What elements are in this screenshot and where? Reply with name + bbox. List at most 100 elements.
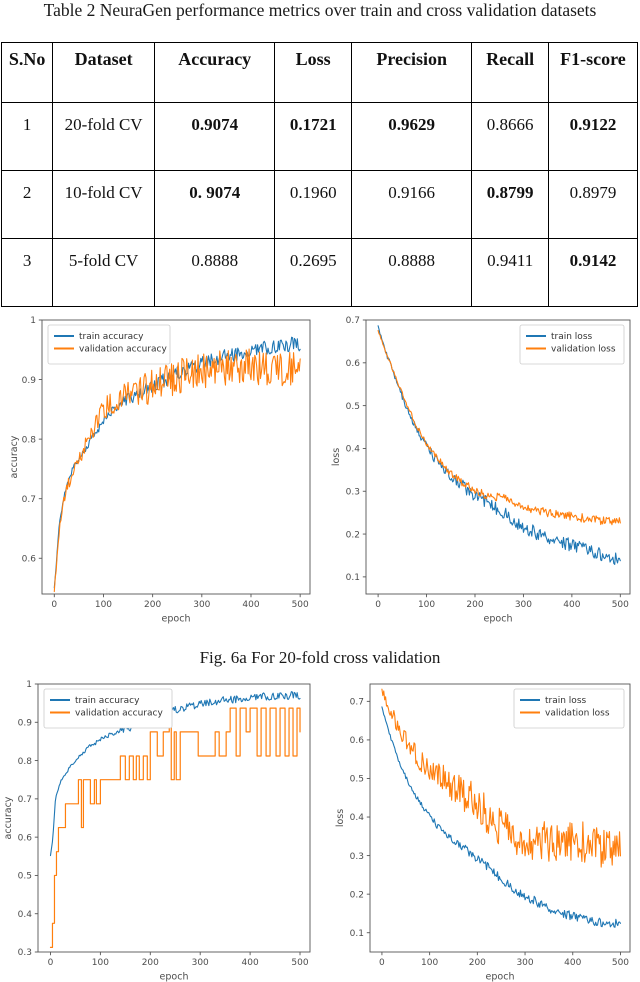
fig6a-accuracy-svg: 01002003004005000.60.70.80.91epochaccura… — [8, 312, 320, 624]
svg-text:500: 500 — [292, 600, 309, 610]
cell-loss: 0.1721 — [275, 103, 351, 171]
table-row: 1 20-fold CV 0.9074 0.1721 0.9629 0.8666… — [2, 103, 638, 171]
cell-loss: 0.2695 — [275, 239, 351, 307]
table-caption: Table 2 NeuraGen performance metrics ove… — [10, 0, 630, 20]
cell-recall: 0.9411 — [472, 239, 548, 307]
svg-text:0.8: 0.8 — [22, 435, 37, 445]
svg-text:400: 400 — [242, 600, 259, 610]
svg-text:1: 1 — [26, 680, 32, 690]
cell-dataset: 10-fold CV — [53, 171, 155, 239]
svg-text:0.3: 0.3 — [350, 852, 364, 862]
x-axis-label: epoch — [486, 972, 515, 982]
cell-f1score: 0.9142 — [548, 239, 637, 307]
legend-label-validation-accuracy: validation accuracy — [75, 709, 163, 719]
svg-text:200: 200 — [142, 958, 159, 968]
svg-text:0.4: 0.4 — [346, 445, 361, 455]
svg-text:0.5: 0.5 — [18, 872, 32, 882]
cell-recall: 0.8799 — [472, 171, 548, 239]
svg-text:500: 500 — [612, 600, 629, 610]
svg-text:0.2: 0.2 — [346, 530, 360, 540]
figure-6a-caption: Fig. 6a For 20-fold cross validation — [0, 648, 640, 668]
svg-text:0.6: 0.6 — [350, 736, 365, 746]
svg-text:0.1: 0.1 — [346, 573, 360, 583]
svg-text:400: 400 — [564, 958, 581, 968]
svg-text:0.3: 0.3 — [18, 948, 32, 958]
svg-text:200: 200 — [466, 600, 483, 610]
cell-loss: 0.1960 — [275, 171, 351, 239]
legend-label-validation-loss: validation loss — [545, 709, 610, 719]
svg-text:400: 400 — [242, 958, 259, 968]
column-header-dataset: Dataset — [53, 43, 155, 103]
cell-sno: 1 — [2, 103, 53, 171]
cell-sno: 2 — [2, 171, 53, 239]
figure-6b-loss-plot: 01002003004005000.10.20.30.40.50.60.7epo… — [334, 676, 640, 982]
y-axis-label: accuracy — [3, 796, 14, 839]
svg-text:0.1: 0.1 — [350, 929, 364, 939]
svg-text:100: 100 — [421, 958, 438, 968]
svg-text:500: 500 — [291, 958, 308, 968]
column-header-accuracy: Accuracy — [154, 43, 275, 103]
table-row: 2 10-fold CV 0. 9074 0.1960 0.9166 0.879… — [2, 171, 638, 239]
table-row: 3 5-fold CV 0.8888 0.2695 0.8888 0.9411 … — [2, 239, 638, 307]
y-axis-label: accuracy — [9, 435, 20, 478]
cell-precision: 0.9629 — [351, 103, 472, 171]
svg-text:0.9: 0.9 — [22, 376, 37, 386]
svg-text:0.7: 0.7 — [350, 698, 364, 708]
column-header-precision: Precision — [351, 43, 472, 103]
cell-accuracy: 0.9074 — [154, 103, 275, 171]
svg-text:100: 100 — [95, 600, 112, 610]
svg-text:1: 1 — [30, 316, 36, 326]
svg-text:300: 300 — [515, 600, 532, 610]
figure-6a-loss-plot: 0 100 200 300 400 500 0.1 0.2 0.3 0.4 0.5 0.6 0.7 epo… — [330, 312, 640, 624]
column-header-sno: S.No — [2, 43, 53, 103]
svg-text:0: 0 — [51, 600, 57, 610]
svg-text:0.3: 0.3 — [346, 487, 360, 497]
svg-text:0: 0 — [48, 958, 54, 968]
column-header-recall: Recall — [472, 43, 548, 103]
svg-text:300: 300 — [192, 958, 209, 968]
cell-precision: 0.9166 — [351, 171, 472, 239]
svg-text:300: 300 — [193, 600, 210, 610]
svg-text:0: 0 — [375, 600, 381, 610]
cell-sno: 3 — [2, 239, 53, 307]
svg-text:0.5: 0.5 — [346, 402, 360, 412]
column-header-f1score: F1-score — [548, 43, 637, 103]
cell-dataset: 20-fold CV — [53, 103, 155, 171]
svg-text:100: 100 — [418, 600, 435, 610]
svg-text:0.2: 0.2 — [350, 890, 364, 900]
svg-text:300: 300 — [516, 958, 533, 968]
figure-6b-accuracy-plot: 01002003004005000.30.40.50.60.70.80.91ep… — [2, 676, 320, 982]
x-axis-label: epoch — [484, 614, 513, 625]
performance-metrics-table: S.No Dataset Accuracy Loss Precision Rec… — [1, 42, 638, 307]
legend-label-train-accuracy: train accuracy — [75, 696, 140, 706]
fig6b-accuracy-svg: 01002003004005000.30.40.50.60.70.80.91ep… — [2, 676, 320, 982]
column-header-loss: Loss — [275, 43, 351, 103]
cell-accuracy: 0.8888 — [154, 239, 275, 307]
x-axis-label: epoch — [162, 614, 191, 625]
cell-f1score: 0.8979 — [548, 171, 637, 239]
legend-label-train-accuracy: train accuracy — [79, 332, 144, 342]
svg-text:0.7: 0.7 — [18, 795, 32, 805]
figure-6a-accuracy-plot: 01002003004005000.60.70.80.91epochaccura… — [8, 312, 320, 624]
svg-text:0.5: 0.5 — [350, 775, 364, 785]
svg-text:0.6: 0.6 — [346, 359, 361, 369]
cell-dataset: 5-fold CV — [53, 239, 155, 307]
svg-text:0.4: 0.4 — [350, 813, 365, 823]
svg-text:500: 500 — [612, 958, 629, 968]
legend-label-train-loss: train loss — [551, 332, 593, 342]
svg-text:0.6: 0.6 — [18, 833, 33, 843]
x-axis-label: epoch — [160, 972, 189, 982]
svg-text:400: 400 — [563, 600, 580, 610]
svg-text:0.7: 0.7 — [346, 316, 360, 326]
fig6b-loss-svg: 01002003004005000.10.20.30.40.50.60.7epo… — [334, 676, 640, 982]
svg-text:0.9: 0.9 — [18, 718, 33, 728]
fig6a-loss-svg: 0 100 200 300 400 500 0.1 0.2 0.3 0.4 0.5 0.6 0.7 epo… — [330, 312, 640, 624]
svg-text:0.6: 0.6 — [22, 554, 37, 564]
cell-f1score: 0.9122 — [548, 103, 637, 171]
svg-text:0.7: 0.7 — [22, 495, 36, 505]
svg-text:0.8: 0.8 — [18, 757, 33, 767]
legend-label-train-loss: train loss — [545, 696, 587, 706]
cell-precision: 0.8888 — [351, 239, 472, 307]
svg-text:0.4: 0.4 — [18, 910, 33, 920]
y-axis-label: loss — [335, 809, 346, 827]
